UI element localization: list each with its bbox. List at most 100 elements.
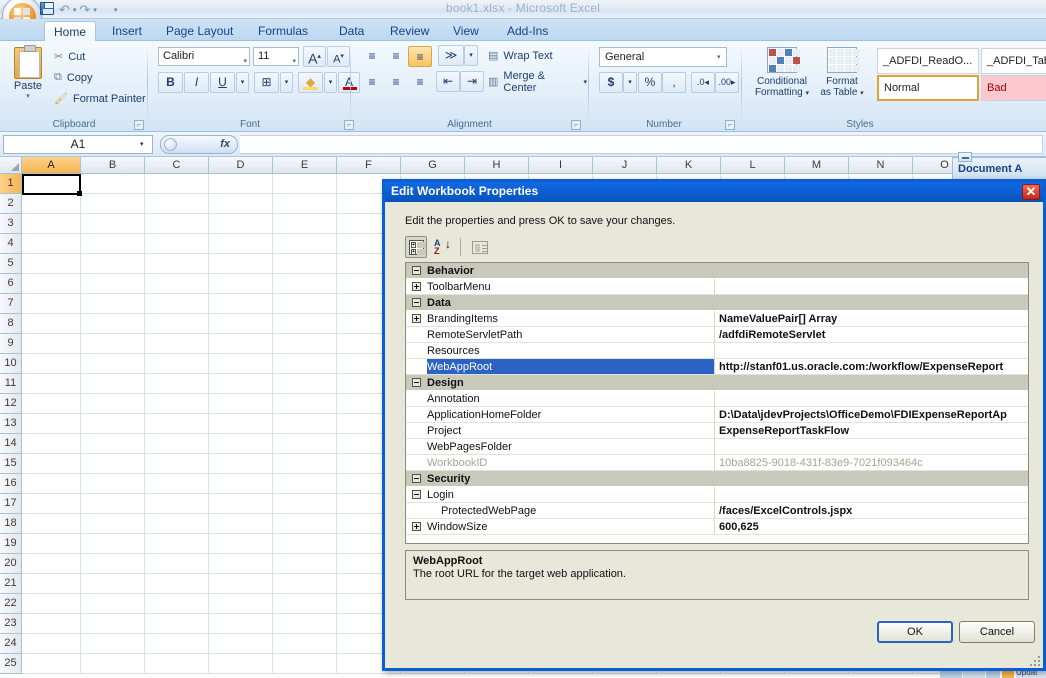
cell-B7[interactable] (81, 294, 145, 314)
property-row-applicationhomefolder[interactable]: ApplicationHomeFolder D:\Data\jdevProject… (406, 407, 1028, 423)
cell-D14[interactable] (209, 434, 273, 454)
cell-C1[interactable] (145, 174, 209, 194)
property-value[interactable]: NameValuePair[] Array (715, 311, 1028, 327)
cell-B12[interactable] (81, 394, 145, 414)
cell-E12[interactable] (273, 394, 337, 414)
cell-D4[interactable] (209, 234, 273, 254)
cell-C11[interactable] (145, 374, 209, 394)
cell-D18[interactable] (209, 514, 273, 534)
align-center-button[interactable]: ≡ (384, 72, 408, 93)
property-value[interactable] (715, 487, 1028, 503)
tab-page-layout[interactable]: Page Layout (157, 21, 242, 41)
property-category-design[interactable]: Design (406, 375, 1028, 391)
row-header-15[interactable]: 15 (0, 454, 22, 474)
cell-E4[interactable] (273, 234, 337, 254)
cell-B5[interactable] (81, 254, 145, 274)
increase-indent-button[interactable]: ⇥ (460, 71, 484, 92)
row-header-13[interactable]: 13 (0, 414, 22, 434)
cell-E7[interactable] (273, 294, 337, 314)
cell-C20[interactable] (145, 554, 209, 574)
cell-B3[interactable] (81, 214, 145, 234)
expand-icon[interactable] (412, 282, 421, 291)
cell-E24[interactable] (273, 634, 337, 654)
tab-data[interactable]: Data (330, 21, 373, 41)
property-name[interactable]: Annotation (427, 391, 715, 407)
cell-A21[interactable] (22, 574, 81, 594)
cell-E23[interactable] (273, 614, 337, 634)
copy-button[interactable]: ⧉ Copy (52, 68, 93, 87)
property-name[interactable]: WebAppRoot (427, 359, 715, 375)
property-value[interactable]: ExpenseReportTaskFlow (715, 423, 1028, 439)
formula-input[interactable] (240, 135, 1043, 154)
row-header-3[interactable]: 3 (0, 214, 22, 234)
cell-E10[interactable] (273, 354, 337, 374)
cell-A15[interactable] (22, 454, 81, 474)
cell-C13[interactable] (145, 414, 209, 434)
property-name[interactable]: ApplicationHomeFolder (427, 407, 715, 423)
merge-center-button[interactable]: ▥ Merge & Center ▾ (486, 70, 587, 94)
cell-B13[interactable] (81, 414, 145, 434)
cell-B17[interactable] (81, 494, 145, 514)
property-value[interactable]: /adfdiRemoteServlet (715, 327, 1028, 343)
grow-font-button[interactable]: A▴ (303, 46, 326, 67)
cell-E2[interactable] (273, 194, 337, 214)
cell-A12[interactable] (22, 394, 81, 414)
percent-style-button[interactable]: % (638, 72, 662, 93)
tab-formulas[interactable]: Formulas (249, 21, 317, 41)
cell-B11[interactable] (81, 374, 145, 394)
close-icon[interactable]: ✕ (1022, 184, 1040, 200)
italic-button[interactable]: I (184, 72, 209, 93)
cell-D9[interactable] (209, 334, 273, 354)
format-painter-button[interactable]: 🖌 Format Painter (52, 89, 146, 108)
ok-button[interactable]: OK (877, 621, 953, 643)
style-normal[interactable]: Normal (877, 75, 979, 101)
cell-B1[interactable] (81, 174, 145, 194)
underline-dropdown-icon[interactable]: ▾ (236, 72, 249, 93)
merge-center-dropdown-icon[interactable]: ▾ (583, 78, 587, 86)
row-header-12[interactable]: 12 (0, 394, 22, 414)
cell-C14[interactable] (145, 434, 209, 454)
row-header-14[interactable]: 14 (0, 434, 22, 454)
column-header-g[interactable]: G (401, 157, 465, 174)
cancel-enter-icon[interactable] (164, 138, 177, 151)
cell-E17[interactable] (273, 494, 337, 514)
cell-A22[interactable] (22, 594, 81, 614)
font-name-input[interactable]: Calibri (158, 47, 250, 66)
bold-button[interactable]: B (158, 72, 183, 93)
column-header-i[interactable]: I (529, 157, 593, 174)
cell-C18[interactable] (145, 514, 209, 534)
collapse-icon[interactable] (412, 298, 421, 307)
row-header-6[interactable]: 6 (0, 274, 22, 294)
cell-D11[interactable] (209, 374, 273, 394)
property-row-login[interactable]: Login (406, 487, 1028, 503)
cell-D19[interactable] (209, 534, 273, 554)
property-row-project[interactable]: Project ExpenseReportTaskFlow (406, 423, 1028, 439)
cell-A20[interactable] (22, 554, 81, 574)
tab-review[interactable]: Review (381, 21, 438, 41)
align-middle-button[interactable]: ≡ (384, 46, 408, 67)
property-name[interactable]: Resources (427, 343, 715, 359)
column-header-m[interactable]: M (785, 157, 849, 174)
number-format-dropdown-icon[interactable]: ▾ (717, 53, 721, 61)
cell-C21[interactable] (145, 574, 209, 594)
redo-dropdown-icon[interactable]: ▾ (93, 6, 97, 14)
fill-color-dropdown-icon[interactable]: ▾ (324, 72, 337, 93)
column-header-e[interactable]: E (273, 157, 337, 174)
align-bottom-button[interactable]: ≡ (408, 46, 432, 67)
font-size-input[interactable]: 11 (253, 47, 299, 66)
cell-B2[interactable] (81, 194, 145, 214)
property-row-brandingitems[interactable]: BrandingItems NameValuePair[] Array (406, 311, 1028, 327)
cell-A8[interactable] (22, 314, 81, 334)
cell-D5[interactable] (209, 254, 273, 274)
cell-E5[interactable] (273, 254, 337, 274)
clipboard-dialog-launcher[interactable]: ⌐ (134, 120, 144, 130)
style-adfdi-table[interactable]: _ADFDI_Tab (981, 48, 1046, 74)
cell-E25[interactable] (273, 654, 337, 674)
cell-C19[interactable] (145, 534, 209, 554)
cell-B6[interactable] (81, 274, 145, 294)
borders-dropdown-icon[interactable]: ▾ (280, 72, 293, 93)
row-header-21[interactable]: 21 (0, 574, 22, 594)
collapse-icon[interactable] (412, 490, 421, 499)
cell-C5[interactable] (145, 254, 209, 274)
select-all-corner[interactable] (0, 157, 22, 174)
